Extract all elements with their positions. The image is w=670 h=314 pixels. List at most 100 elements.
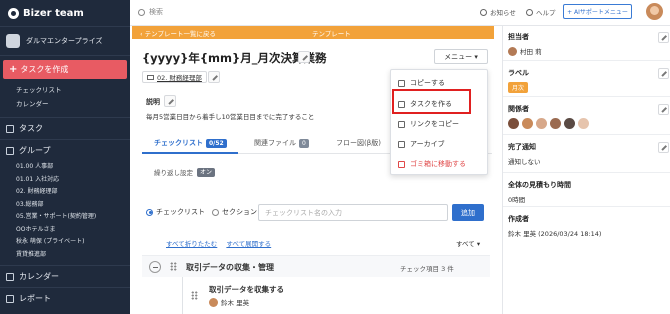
radio-checked-icon <box>146 208 153 216</box>
expand-all-link[interactable]: すべて展開する <box>226 240 271 248</box>
menu-item-copy[interactable]: コピーする <box>398 78 445 88</box>
group-item[interactable]: 02. 財務経理部 <box>0 186 130 199</box>
ai-support-button[interactable]: + AIサポートメニュー <box>563 4 632 19</box>
folder-icon <box>147 74 154 80</box>
trash-icon <box>398 160 405 168</box>
creator-section: 作成者 鈴木 里英 (2026/03/24 18:14) <box>508 214 601 238</box>
filter-select[interactable]: すべて ▾ <box>456 238 480 248</box>
tab-label: フロー図(β版) <box>336 139 381 147</box>
tab-label: チェックリスト <box>154 139 203 147</box>
menu-dropdown: コピーする タスクを作る リンクをコピー アーカイブ ゴミ箱に移動する <box>390 69 488 175</box>
back-to-templates-link[interactable]: ‹ テンプレート一覧に戻る <box>140 28 216 38</box>
avatar <box>578 118 589 129</box>
edit-label-icon[interactable] <box>658 68 669 79</box>
app-logo[interactable]: Bizer team <box>0 0 130 26</box>
edit-related-icon[interactable] <box>658 104 669 115</box>
task-icon <box>6 124 14 133</box>
group-item[interactable]: 01.01 入社対応 <box>0 174 130 187</box>
tab-flow-chart[interactable]: フロー図(β版) <box>336 138 381 148</box>
label-value: 月次 <box>508 82 529 93</box>
menu-item-copy-link[interactable]: リンクをコピー <box>398 119 459 129</box>
edit-description-icon[interactable] <box>164 95 176 107</box>
add-button[interactable]: 追加 <box>452 204 484 221</box>
avatar <box>564 118 575 129</box>
menu-item-trash[interactable]: ゴミ箱に移動する <box>398 159 466 169</box>
repeat-status-badge: オン <box>197 167 216 177</box>
group-item[interactable]: 05.営業・サポート(契約管理) <box>0 211 130 224</box>
create-task-button[interactable]: + タスクを作成 <box>3 60 127 79</box>
user-avatar[interactable] <box>646 3 663 20</box>
archive-icon <box>398 140 405 148</box>
repeat-setting[interactable]: 繰り返し設定 オン <box>154 167 216 177</box>
bell-icon <box>480 8 487 16</box>
checklist-item-row[interactable]: 取引データを収集する 鈴木 里英 <box>182 277 492 314</box>
estimate-section: 全体の見積もり時間 0時間 <box>508 180 571 204</box>
group-item[interactable]: 01.00 人事部 <box>0 161 130 174</box>
collapse-group-icon[interactable] <box>149 261 161 273</box>
avatar <box>536 118 547 129</box>
logo-icon <box>8 7 19 19</box>
checklist-add-row: チェックリスト セクション 追加 <box>146 204 488 222</box>
top-bar: 検索 お知らせ ヘルプ + AIサポートメニュー <box>130 0 670 26</box>
edit-completion-icon[interactable] <box>658 142 669 153</box>
sidebar-item-checklist[interactable]: チェックリスト <box>0 83 130 97</box>
group-item[interactable]: 03.総務部 <box>0 199 130 212</box>
help-icon <box>526 8 533 16</box>
sidebar-item-calendar[interactable]: カレンダー <box>0 265 130 287</box>
owner-name: 村田 莉 <box>520 48 542 56</box>
collapse-all-link[interactable]: すべて折りたたむ <box>166 240 217 248</box>
label-badge: 月次 <box>508 82 529 93</box>
label-label: ラベル <box>508 69 529 77</box>
sidebar: Bizer team ダルマエンタープライズ + タスクを作成 チェックリスト … <box>0 0 130 314</box>
edit-title-icon[interactable] <box>298 51 310 63</box>
search-icon <box>138 8 145 16</box>
expand-collapse-links: すべて折りたたむ すべて展開する <box>166 238 278 248</box>
search-box[interactable]: 検索 <box>138 5 258 19</box>
create-task-label: タスクを作成 <box>20 65 69 74</box>
group-item[interactable]: OOホテルさま <box>0 224 130 237</box>
tab-checklist[interactable]: チェックリスト 0/52 <box>154 138 227 148</box>
avatar <box>209 297 218 307</box>
radio-unchecked-icon <box>212 208 219 216</box>
help-link[interactable]: ヘルプ <box>526 7 556 17</box>
sidebar-item-tasks[interactable]: タスク <box>0 117 130 139</box>
menu-item-label: ゴミ箱に移動する <box>410 160 466 168</box>
divider <box>503 206 670 207</box>
menu-item-label: アーカイブ <box>410 140 445 148</box>
group-icon <box>6 146 14 155</box>
related-section: 関係者 <box>508 104 589 129</box>
sidebar-item-groups[interactable]: グループ <box>0 139 130 161</box>
radio-checklist-label: チェックリスト <box>156 208 205 216</box>
group-item-count: チェック項目 3 件 <box>400 265 454 273</box>
owner-label: 担当者 <box>508 33 529 41</box>
drag-handle-icon[interactable] <box>191 291 198 300</box>
department-tag[interactable]: 02. 財務経理部 <box>142 71 207 83</box>
drag-handle-icon[interactable] <box>170 262 177 271</box>
group-item[interactable]: 秋永 萌保 (プライベート) <box>0 236 130 249</box>
menu-button[interactable]: メニュー ▾ <box>434 49 488 64</box>
menu-item-archive[interactable]: アーカイブ <box>398 139 445 149</box>
completion-value: 通知しない <box>508 158 541 166</box>
avatar <box>508 46 517 56</box>
tab-related-files[interactable]: 関連ファイル 0 <box>254 138 309 148</box>
sidebar-item-report[interactable]: レポート <box>0 287 130 309</box>
edit-owner-icon[interactable] <box>658 32 669 43</box>
owner-value: 村田 莉 <box>508 46 542 56</box>
radio-checklist[interactable]: チェックリスト <box>146 207 205 217</box>
completion-section: 完了通知 通知しない <box>508 142 541 166</box>
avatar <box>522 118 533 129</box>
owner-section: 担当者 村田 莉 <box>508 32 542 56</box>
app-name: Bizer team <box>23 7 84 19</box>
radio-section[interactable]: セクション <box>212 207 257 217</box>
highlight-box <box>392 89 471 114</box>
checklist-name-input[interactable] <box>258 204 448 221</box>
template-banner: ‹ テンプレート一覧に戻る テンプレート <box>132 26 494 39</box>
checklist-group-row[interactable]: 取引データの収集・管理 チェック項目 3 件 <box>142 255 490 277</box>
edit-department-icon[interactable] <box>208 71 220 83</box>
sidebar-item-calendar-sub[interactable]: カレンダー <box>0 97 130 111</box>
notifications-label: お知らせ <box>490 9 516 17</box>
org-switcher[interactable]: ダルマエンタープライズ <box>0 26 130 56</box>
menu-item-label: リンクをコピー <box>410 120 459 128</box>
notifications-link[interactable]: お知らせ <box>480 7 516 17</box>
group-item[interactable]: 賃貸推進部 <box>0 249 130 262</box>
